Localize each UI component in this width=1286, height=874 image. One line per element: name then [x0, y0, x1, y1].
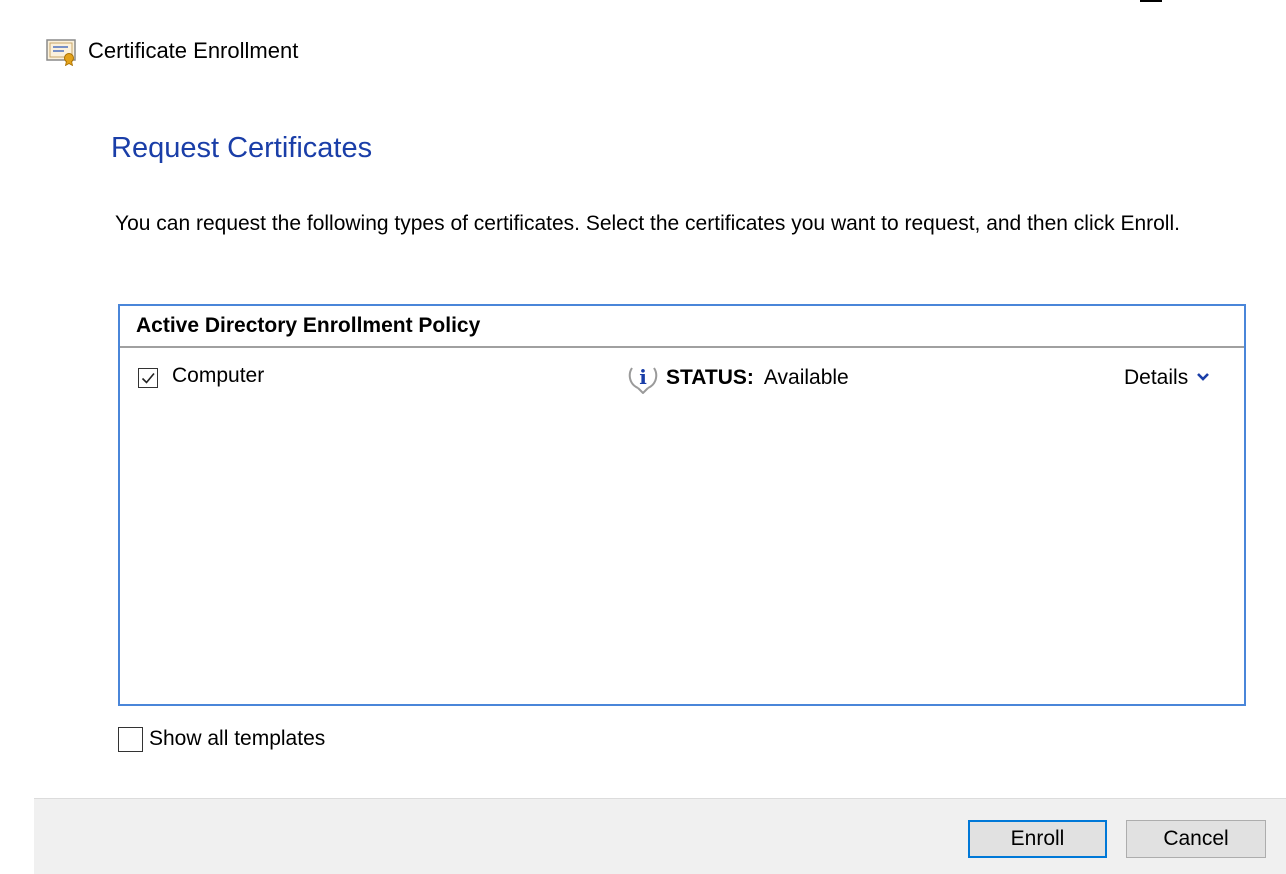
details-toggle[interactable]: Details [1124, 362, 1210, 394]
cancel-button[interactable]: Cancel [1126, 820, 1266, 858]
details-label: Details [1124, 366, 1189, 389]
show-all-templates-label: Show all templates [149, 727, 326, 750]
status-label: STATUS: [666, 366, 754, 389]
page-title: Request Certificates [111, 132, 373, 164]
enrollment-policy-list: Active Directory Enrollment Policy Compu… [118, 304, 1246, 706]
button-bar: Enroll Cancel [34, 798, 1286, 874]
info-icon: i [626, 362, 660, 395]
computer-checkbox[interactable] [138, 368, 158, 388]
minimize-button[interactable] [1140, 0, 1162, 2]
show-all-templates-option[interactable]: Show all templates [118, 726, 325, 752]
svg-text:i: i [639, 365, 647, 389]
certificate-label: Computer [172, 364, 265, 387]
certificate-enrollment-window: × Certificate Enrollment Request Certifi… [0, 0, 1286, 874]
policy-header: Active Directory Enrollment Policy [120, 306, 1244, 348]
status-value: Available [763, 366, 849, 389]
page-description: You can request the following types of c… [115, 212, 1180, 235]
certificate-status: i STATUS: Available [626, 362, 849, 395]
show-all-templates-checkbox[interactable] [118, 726, 143, 752]
chevron-down-icon [1196, 369, 1210, 387]
window-title: Certificate Enrollment [88, 38, 299, 63]
close-button[interactable]: × [1232, 0, 1252, 6]
title-bar: Certificate Enrollment [46, 36, 299, 67]
certificate-icon [46, 36, 78, 67]
enroll-button[interactable]: Enroll [968, 820, 1107, 858]
certificate-row-computer[interactable]: Computer i STATUS: Available Details [120, 348, 1244, 414]
